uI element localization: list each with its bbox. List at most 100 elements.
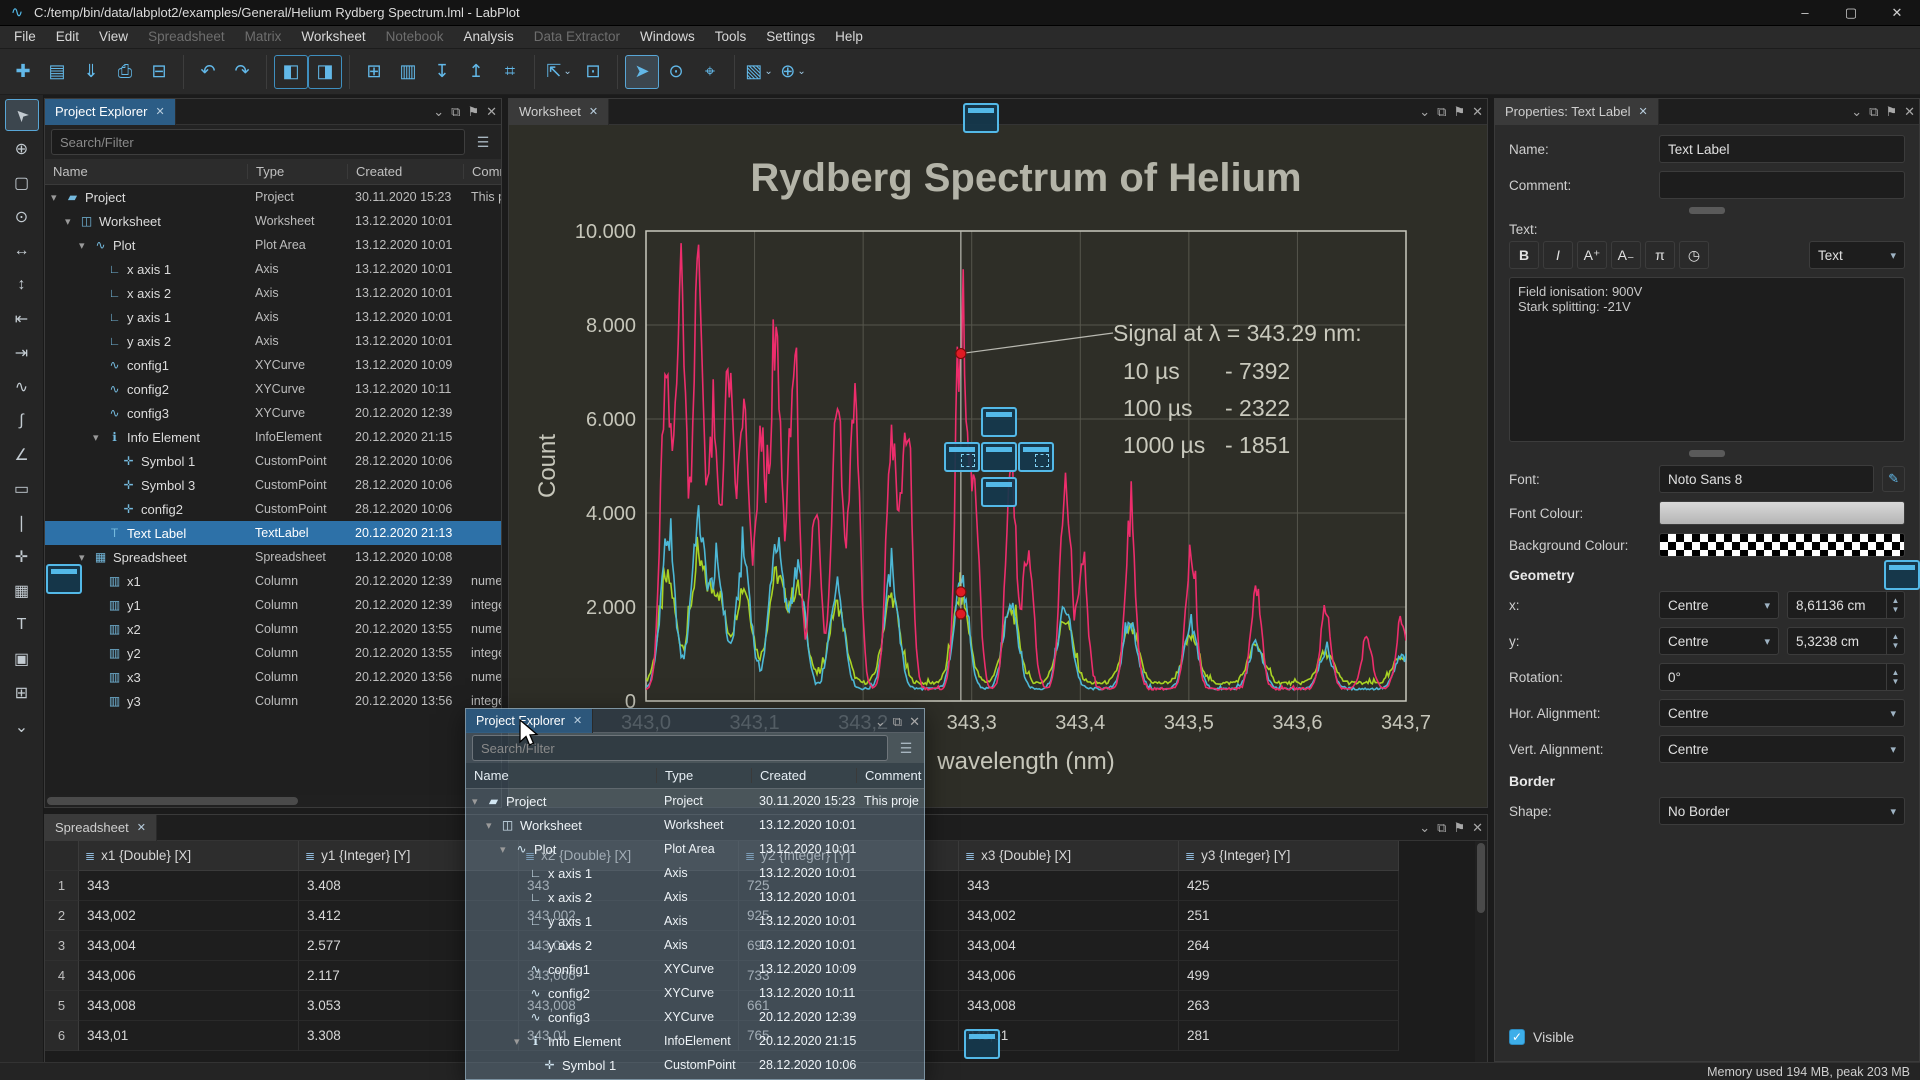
section-splitter-handle[interactable] [1689,450,1725,457]
spreadsheet-cell[interactable]: 343,008 [959,991,1179,1021]
close-icon[interactable]: ✕ [137,821,146,834]
new-notebook-button[interactable]: ▥ [391,55,425,89]
expand-icon[interactable]: ▾ [79,239,92,252]
tree-row[interactable]: ▥ x2 Column 20.12.2020 13:55 numerical [45,617,501,641]
close-icon[interactable]: ✕ [589,105,598,118]
spin-down-icon[interactable]: ▼ [1892,677,1900,686]
export-data-button[interactable]: ↥ [459,55,493,89]
add-axis-tool-button[interactable]: ∠ [5,439,39,471]
add-text-tool-button[interactable]: T [5,609,39,641]
reference-line-tool-button[interactable]: ❘ [5,507,39,539]
dock-indicator-center[interactable] [981,442,1017,472]
choose-font-icon[interactable]: ✎ [1882,466,1905,492]
explorer-horizontal-scrollbar[interactable] [45,795,501,807]
subscript-icon[interactable]: A₋ [1611,241,1641,269]
curve-config3[interactable] [646,537,1406,685]
minimize-button[interactable]: – [1782,0,1828,26]
text-content-editor[interactable]: Field ionisation: 900V Stark splitting: … [1509,277,1905,442]
x-position-stepper[interactable]: 8,61136 cm▲▼ [1787,591,1905,619]
grid-tool-button[interactable]: ⊞ [5,677,39,709]
panel-menu-icon[interactable]: ⌄ [875,714,886,730]
more-tools-button[interactable]: ⌄ [5,711,39,743]
save-project-button[interactable]: ⇓ [74,55,108,89]
panel-menu-icon[interactable]: ⌄ [1419,104,1430,120]
menu-matrix[interactable]: Matrix [235,26,292,48]
tree-row[interactable]: ∿ config1 XYCurve 13.12.2020 10:09 [466,957,924,981]
shift-right-tool-button[interactable]: ⇥ [5,337,39,369]
pointer-tool-button[interactable]: ➤ [5,99,39,131]
border-shape-dropdown[interactable]: No Border▾ [1659,797,1905,825]
tab-properties-text-label[interactable]: Properties: Text Label ✕ [1495,99,1659,125]
tree-row[interactable]: ✛ Symbol 3 CustomPoint 28.12.2020 10:06 [45,473,501,497]
spreadsheet-cell[interactable]: 343,004 [959,931,1179,961]
dock-indicator-center-right[interactable] [1018,442,1054,472]
panel-menu-icon[interactable]: ⌄ [433,104,444,120]
name-field[interactable] [1659,135,1905,163]
info-marker[interactable] [956,587,966,597]
dock-indicator-top-edge[interactable] [963,103,999,133]
add-image-tool-button[interactable]: ▦ [5,575,39,607]
tree-row[interactable]: ▾ ▰ Project Project 30.11.2020 15:23 Thi… [466,789,924,813]
float-panel-icon[interactable]: ⧉ [893,714,902,730]
spin-down-icon[interactable]: ▼ [1892,605,1900,614]
column-header-type[interactable]: Type [247,164,347,179]
close-window-button[interactable]: ✕ [1874,0,1920,26]
spin-down-icon[interactable]: ▼ [1892,641,1900,650]
tree-row[interactable]: ▥ x3 Column 20.12.2020 13:56 numerical [45,665,501,689]
spreadsheet-cell[interactable]: 343,006 [79,961,299,991]
menu-notebook[interactable]: Notebook [376,26,454,48]
spreadsheet-cell[interactable]: 343,006 [959,961,1179,991]
menu-data-extractor[interactable]: Data Extractor [524,26,630,48]
tree-row[interactable]: ∟ x axis 1 Axis 13.12.2020 10:01 [45,257,501,281]
expand-icon[interactable]: ▾ [79,551,92,564]
expand-icon[interactable]: ▾ [472,795,485,808]
dock-indicator-center-top[interactable] [981,407,1017,437]
hor-alignment-dropdown[interactable]: Centre▾ [1659,699,1905,727]
pin-panel-icon[interactable]: ⚑ [467,104,479,120]
tree-row[interactable]: ∿ config2 XYCurve 13.12.2020 10:11 [45,377,501,401]
search-input[interactable] [51,129,465,155]
zoom-x-tool-button[interactable]: ↔ [5,235,39,267]
pointer-mode-button[interactable]: ➤ [625,55,659,89]
add-curve-tool-button[interactable]: ∿ [5,371,39,403]
column-header-name[interactable]: Name [45,164,247,179]
close-panel-icon[interactable]: ✕ [486,104,497,120]
tree-row[interactable]: ▥ y2 Column 20.12.2020 13:55 integer da [45,641,501,665]
menu-file[interactable]: File [4,26,46,48]
font-colour-swatch[interactable] [1659,501,1905,525]
new-project-button[interactable]: ✚ [6,55,40,89]
new-spreadsheet-button[interactable]: ◨ [308,55,342,89]
tree-row[interactable]: ∟ y axis 2 Axis 13.12.2020 10:01 [45,329,501,353]
custom-point-tool-button[interactable]: ✛ [5,541,39,573]
expand-icon[interactable]: ▾ [51,191,64,204]
menu-settings[interactable]: Settings [756,26,825,48]
undo-button[interactable]: ↶ [191,55,225,89]
menu-worksheet[interactable]: Worksheet [291,26,375,48]
filter-options-icon[interactable]: ☰ [894,736,918,760]
column-header[interactable]: ≣x3 {Double} [X] [959,841,1179,871]
spreadsheet-cell[interactable]: 499 [1179,961,1399,991]
close-panel-icon[interactable]: ✕ [909,714,920,730]
menu-tools[interactable]: Tools [705,26,757,48]
open-project-button[interactable]: ▤ [40,55,74,89]
spreadsheet-cell[interactable]: 263 [1179,991,1399,1021]
spreadsheet-vertical-scrollbar[interactable] [1475,841,1487,1063]
spreadsheet-cell[interactable]: 343,004 [79,931,299,961]
tree-row[interactable]: ∿ config3 XYCurve 20.12.2020 12:39 [45,401,501,425]
spreadsheet-cell[interactable]: 343,008 [79,991,299,1021]
close-icon[interactable]: ✕ [573,714,582,727]
spreadsheet-cell[interactable]: 281 [1179,1021,1399,1051]
menu-windows[interactable]: Windows [630,26,705,48]
corner-cell[interactable] [45,841,79,871]
column-header[interactable]: ≣x1 {Double} [X] [79,841,299,871]
menu-analysis[interactable]: Analysis [453,26,523,48]
float-panel-icon[interactable]: ⧉ [1437,820,1446,836]
expand-icon[interactable]: ▾ [514,1035,527,1048]
tree-row[interactable]: ▾ ℹ Info Element InfoElement 20.12.2020 … [466,1029,924,1053]
expand-icon[interactable]: ▾ [65,215,78,228]
row-number[interactable]: 6 [45,1021,79,1051]
close-panel-icon[interactable]: ✕ [1472,104,1483,120]
dock-indicator-center-bottom[interactable] [981,477,1017,507]
insert-datetime-icon[interactable]: ◷ [1679,241,1709,269]
bold-icon[interactable]: B [1509,241,1539,269]
